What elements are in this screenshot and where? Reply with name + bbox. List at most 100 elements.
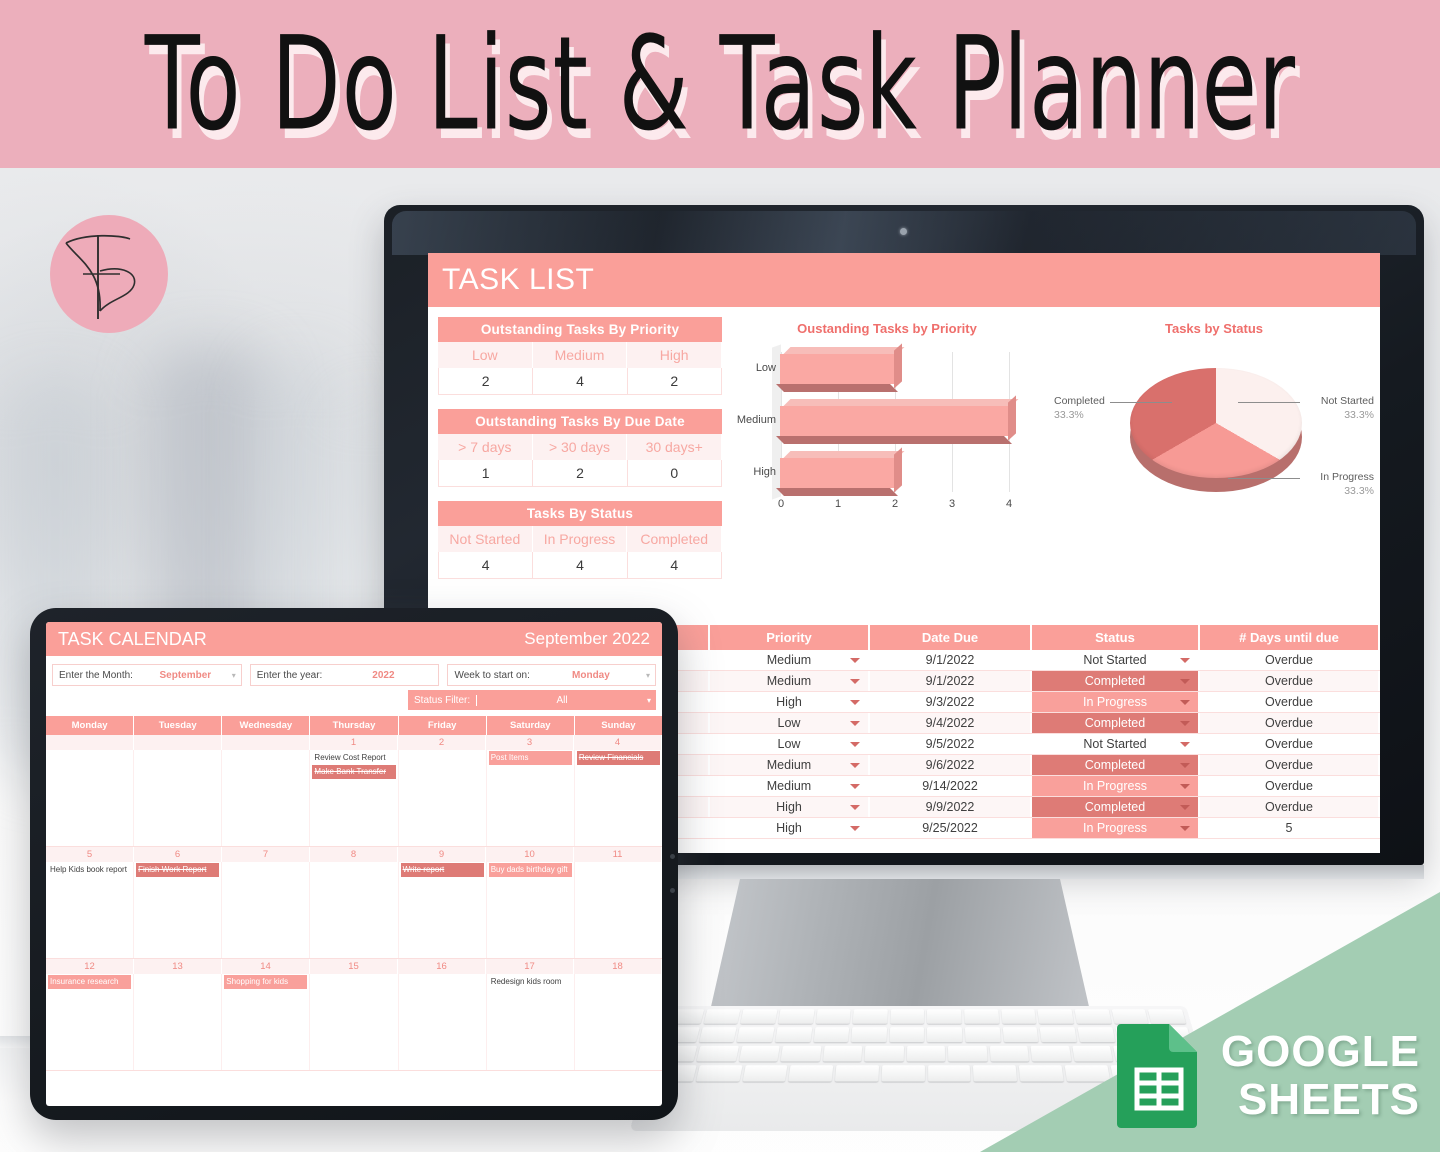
cell-priority[interactable]: Medium xyxy=(710,776,870,796)
chevron-down-icon[interactable] xyxy=(850,763,860,768)
year-input[interactable]: Enter the year: 2022 xyxy=(249,664,440,686)
cell-priority[interactable]: Medium xyxy=(710,650,870,670)
cell-priority[interactable]: Medium xyxy=(710,671,870,691)
calendar-day-cell[interactable] xyxy=(222,750,311,846)
calendar-day-cell[interactable] xyxy=(310,862,399,958)
tablet-volume-button[interactable] xyxy=(670,888,675,893)
cell-date-due[interactable]: 9/3/2022 xyxy=(870,692,1032,712)
calendar-day-cell[interactable] xyxy=(134,974,223,1070)
calendar-event[interactable]: Write report xyxy=(400,863,484,877)
bar-category-label: High xyxy=(753,466,776,478)
cell-status[interactable]: Completed xyxy=(1032,671,1200,691)
cell-priority[interactable]: Low xyxy=(710,734,870,754)
cell-date-due[interactable]: 9/4/2022 xyxy=(870,713,1032,733)
chevron-down-icon[interactable] xyxy=(850,742,860,747)
chevron-down-icon[interactable] xyxy=(1180,721,1190,726)
cell-status[interactable]: In Progress xyxy=(1032,692,1200,712)
week-start-selector[interactable]: Week to start on: Monday ▾ xyxy=(447,664,656,686)
key xyxy=(927,1009,962,1024)
calendar-event[interactable]: Post Items xyxy=(488,751,572,765)
chevron-down-icon[interactable] xyxy=(1180,700,1190,705)
chevron-down-icon[interactable] xyxy=(1180,658,1190,663)
calendar-day-cell[interactable]: Finish Work Report xyxy=(134,862,223,958)
calendar-event[interactable]: Review Cost Report xyxy=(312,751,395,765)
bar-low-cap xyxy=(894,343,902,389)
chevron-down-icon[interactable] xyxy=(850,658,860,663)
calendar-event[interactable]: Shopping for kids xyxy=(224,975,308,989)
chevron-down-icon[interactable] xyxy=(850,700,860,705)
cell-status[interactable]: Completed xyxy=(1032,713,1200,733)
cell-priority[interactable]: Medium xyxy=(710,755,870,775)
month-selector[interactable]: Enter the Month: September ▾ xyxy=(52,664,242,686)
cell-days-until-due: Overdue xyxy=(1200,713,1380,733)
calendar-event[interactable]: Redesign kids room xyxy=(489,975,572,989)
calendar-event[interactable]: Review Financials xyxy=(576,751,660,765)
calendar-event[interactable]: Buy dads birthday gift xyxy=(488,863,572,877)
card-label: > 7 days xyxy=(438,434,533,460)
calendar-day-number: 3 xyxy=(486,735,574,750)
cell-date-due[interactable]: 9/1/2022 xyxy=(870,650,1032,670)
calendar-day-cell[interactable] xyxy=(222,862,311,958)
chevron-down-icon[interactable] xyxy=(1180,826,1190,831)
calendar-day-cell[interactable] xyxy=(575,862,662,958)
chevron-down-icon[interactable] xyxy=(1180,763,1190,768)
chevron-down-icon[interactable] xyxy=(850,721,860,726)
cell-date-due[interactable]: 9/1/2022 xyxy=(870,671,1032,691)
calendar-day-cell[interactable] xyxy=(46,750,135,846)
bar-high-side xyxy=(776,488,898,496)
chevron-down-icon[interactable] xyxy=(850,784,860,789)
bar-medium-side xyxy=(776,436,1012,444)
tablet-volume-button[interactable] xyxy=(670,854,675,859)
cell-priority[interactable]: High xyxy=(710,797,870,817)
calendar-event[interactable]: Finish Work Report xyxy=(136,863,220,877)
chevron-down-icon[interactable] xyxy=(850,826,860,831)
week-start-label: Week to start on: xyxy=(454,669,530,681)
cell-date-due[interactable]: 9/6/2022 xyxy=(870,755,1032,775)
calendar-day-cell[interactable] xyxy=(399,750,487,846)
calendar-event[interactable]: Make Bank Transfer xyxy=(312,765,396,779)
cell-days-until-due: Overdue xyxy=(1200,692,1380,712)
chevron-down-icon[interactable] xyxy=(850,805,860,810)
chevron-down-icon[interactable] xyxy=(1180,784,1190,789)
calendar-day-cell[interactable]: Help Kids book report xyxy=(46,862,135,958)
cell-date-due[interactable]: 9/9/2022 xyxy=(870,797,1032,817)
cell-date-due[interactable]: 9/14/2022 xyxy=(870,776,1032,796)
calendar-day-cell[interactable] xyxy=(310,974,399,1070)
chevron-down-icon[interactable] xyxy=(1180,805,1190,810)
cell-priority[interactable]: Low xyxy=(710,713,870,733)
status-filter[interactable]: Status Filter: All ▾ xyxy=(408,690,656,710)
calendar-day-cell[interactable]: Insurance research xyxy=(46,974,135,1070)
x-axis-tick: 1 xyxy=(834,498,842,510)
calendar-day-cell[interactable]: Review Cost Report Make Bank Transfer xyxy=(310,750,399,846)
cell-priority[interactable]: High xyxy=(710,692,870,712)
calendar-day-cell[interactable]: Review Financials xyxy=(575,750,662,846)
cell-status[interactable]: Not Started xyxy=(1032,734,1200,754)
calendar-day-cell[interactable]: Write report xyxy=(399,862,487,958)
cell-status[interactable]: Completed xyxy=(1032,797,1200,817)
cell-date-due[interactable]: 9/5/2022 xyxy=(870,734,1032,754)
calendar-day-cell[interactable] xyxy=(575,974,662,1070)
calendar-day-cell[interactable] xyxy=(134,750,223,846)
calendar-event[interactable]: Help Kids book report xyxy=(48,863,131,877)
cell-status[interactable]: In Progress xyxy=(1032,776,1200,796)
card-label-row: > 7 days > 30 days 30 days+ xyxy=(438,434,723,460)
cell-priority[interactable]: High xyxy=(710,818,870,838)
calendar-day-cell[interactable]: Buy dads birthday gift xyxy=(487,862,575,958)
calendar-day-cell[interactable]: Post Items xyxy=(487,750,575,846)
bar-category-label: Low xyxy=(755,362,776,374)
key xyxy=(965,1027,1001,1043)
cell-date-due[interactable]: 9/25/2022 xyxy=(870,818,1032,838)
chevron-down-icon[interactable] xyxy=(1180,679,1190,684)
calendar-day-cell[interactable]: Shopping for kids xyxy=(222,974,311,1070)
calendar-day-cell[interactable] xyxy=(399,974,487,1070)
weekday-label: Friday xyxy=(399,716,487,735)
month-selector-value: September xyxy=(159,669,212,681)
calendar-day-cell[interactable]: Redesign kids room xyxy=(487,974,575,1070)
calendar-event[interactable]: Insurance research xyxy=(48,975,132,989)
cell-status[interactable]: Completed xyxy=(1032,755,1200,775)
chevron-down-icon[interactable] xyxy=(850,679,860,684)
tablet-screen: TASK CALENDAR September 2022 Enter the M… xyxy=(46,622,662,1106)
chevron-down-icon[interactable] xyxy=(1180,742,1190,747)
cell-status[interactable]: In Progress xyxy=(1032,818,1200,838)
cell-status[interactable]: Not Started xyxy=(1032,650,1200,670)
